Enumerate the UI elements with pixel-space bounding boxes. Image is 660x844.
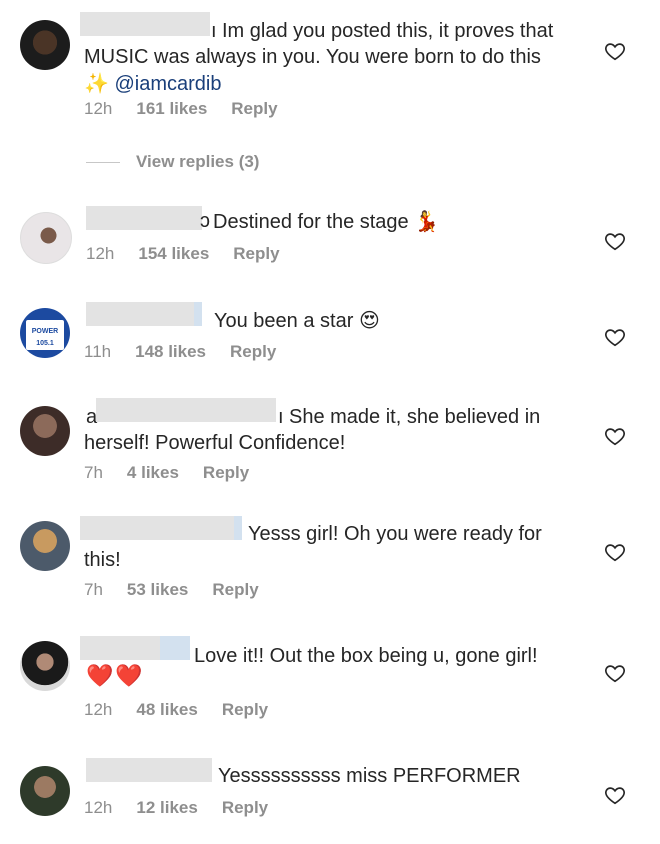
- reply-button[interactable]: Reply: [222, 700, 268, 719]
- comment-meta: 7h 4 likes Reply: [84, 463, 273, 483]
- avatar[interactable]: POWER 105.1: [20, 308, 70, 358]
- timestamp: 12h: [84, 798, 113, 817]
- reply-button[interactable]: Reply: [203, 463, 249, 482]
- heart-eyes-emoji: 😍: [358, 308, 380, 332]
- timestamp: 7h: [84, 463, 103, 482]
- reply-button[interactable]: Reply: [230, 342, 276, 361]
- avatar[interactable]: [20, 641, 70, 691]
- red-hearts-emoji: ❤️❤️: [86, 664, 145, 689]
- likes-count[interactable]: 148 likes: [135, 342, 206, 361]
- timestamp: 12h: [86, 244, 115, 263]
- heart-icon[interactable]: [604, 425, 626, 447]
- comment-meta: 12h 161 likes Reply: [84, 99, 302, 119]
- divider-line: [86, 162, 120, 164]
- view-replies-button[interactable]: View replies (3): [86, 152, 259, 172]
- redacted-username-end: [160, 636, 190, 660]
- likes-count[interactable]: 4 likes: [127, 463, 179, 482]
- comment-meta: 7h 53 likes Reply: [84, 580, 283, 600]
- comment-text: You been a star 😍: [214, 308, 380, 332]
- comment-text: Yesss girl! Oh you were ready for this!: [84, 523, 542, 571]
- reply-button[interactable]: Reply: [231, 99, 277, 118]
- comment-text: She made it, she believed in herself! Po…: [84, 406, 541, 454]
- heart-icon[interactable]: [604, 326, 626, 348]
- redacted-username: [86, 302, 198, 326]
- sparkles-emoji: ✨: [84, 71, 109, 95]
- timestamp: 12h: [84, 99, 113, 118]
- heart-icon[interactable]: [604, 662, 626, 684]
- heart-icon[interactable]: [604, 541, 626, 563]
- redacted-username: [80, 636, 160, 660]
- heart-icon[interactable]: [604, 40, 626, 62]
- mention-link[interactable]: @iamcardib: [114, 73, 221, 95]
- likes-count[interactable]: 161 likes: [136, 99, 207, 118]
- dancer-emoji: 💃: [414, 209, 440, 233]
- reply-button[interactable]: Reply: [233, 244, 279, 263]
- avatar[interactable]: [20, 212, 72, 264]
- likes-count[interactable]: 53 likes: [127, 580, 188, 599]
- verified-badge-redacted: [194, 302, 202, 326]
- redacted-username: [86, 758, 212, 782]
- avatar[interactable]: [20, 20, 70, 70]
- likes-count[interactable]: 12 likes: [136, 798, 197, 817]
- avatar[interactable]: [20, 521, 70, 571]
- timestamp: 11h: [84, 342, 112, 361]
- comment-meta: 12h 48 likes Reply: [84, 700, 292, 720]
- username-fragment: ɔ: [200, 210, 210, 232]
- likes-count[interactable]: 48 likes: [136, 700, 197, 719]
- timestamp: 12h: [84, 700, 113, 719]
- comment-text: Love it!! Out the box being u, gone girl…: [194, 645, 538, 667]
- avatar[interactable]: [20, 406, 70, 456]
- reply-button[interactable]: Reply: [212, 580, 258, 599]
- comment-meta: 12h 154 likes Reply: [86, 244, 304, 264]
- comment-text: Yessssssssss miss PERFORMER: [218, 765, 521, 787]
- avatar-logo: POWER 105.1: [26, 320, 64, 350]
- reply-button[interactable]: Reply: [222, 798, 268, 817]
- likes-count[interactable]: 154 likes: [138, 244, 209, 263]
- comment-meta: 12h 12 likes Reply: [84, 798, 292, 818]
- timestamp: 7h: [84, 580, 103, 599]
- avatar[interactable]: [20, 766, 70, 816]
- comment-text: Destined for the stage 💃: [213, 209, 440, 233]
- heart-icon[interactable]: [604, 784, 626, 806]
- comment-meta: 11h 148 likes Reply: [84, 342, 300, 362]
- heart-icon[interactable]: [604, 230, 626, 252]
- redacted-username: [86, 206, 202, 230]
- comment-text: Im glad you posted this, it proves that …: [84, 20, 554, 95]
